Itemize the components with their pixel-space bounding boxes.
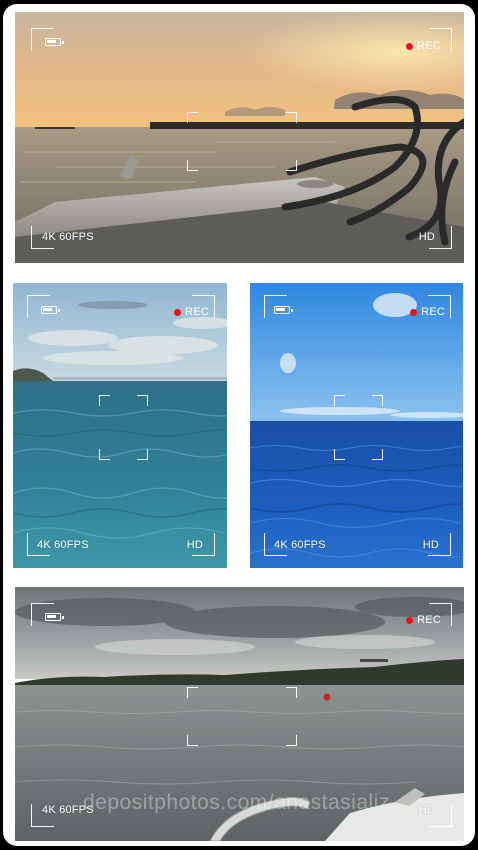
camera-frame-coastline[interactable]: REC 4K 60FPS HD <box>13 283 227 568</box>
collage-card: REC 4K 60FPS HD REC 4K 60FPS HD REC 4K 6… <box>3 4 475 846</box>
camera-frame-blue-sea[interactable]: REC 4K 60FPS HD <box>250 283 463 568</box>
sunset-scene-image <box>15 12 464 263</box>
coastline-scene-image <box>13 283 227 568</box>
cloudy-scene-image <box>15 587 464 841</box>
camera-frame-cloudy[interactable]: REC depositphotos.com/anastasializ 4K 60… <box>15 587 464 841</box>
camera-frame-sunset[interactable]: REC 4K 60FPS HD <box>15 12 464 263</box>
blue-sea-scene-image <box>250 283 463 568</box>
